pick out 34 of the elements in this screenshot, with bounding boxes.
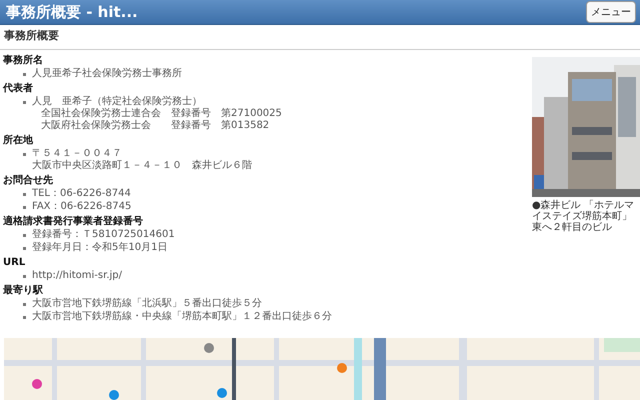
registration-note: 全国社会保険労務士連合会 登録番号 第27100025 [40, 108, 282, 120]
bullet-icon [23, 316, 26, 319]
list-text: FAX：06-6226-8745 [32, 201, 132, 213]
photo-caption: ●森井ビル 「ホテルマイステイズ堺筋本町」東へ２軒目のビル [532, 200, 635, 233]
bullet-icon [23, 101, 26, 104]
section-heading: 代表者 [3, 83, 34, 95]
list-text: 人見 亜希子（特定社会保険労務士） [32, 96, 203, 108]
bullet-icon [23, 193, 26, 196]
bullet-icon [23, 247, 26, 250]
list-text: 〒５４１－００４７ [32, 148, 123, 160]
page-header-title: 事務所概要 - hit... [6, 2, 138, 22]
registration-note: 大阪府社会保険労務士会 登録番号 第013582 [40, 120, 270, 132]
bullet-icon [23, 234, 26, 237]
list-text: 大阪市中央区淡路町１－４－１０ 森井ビル６階 [32, 160, 252, 172]
list-text: 大阪市営地下鉄堺筋線「北浜駅」５番出口徒歩５分 [32, 298, 262, 310]
menu-button[interactable]: メニュー [586, 1, 636, 23]
bullet-icon [23, 275, 26, 278]
section-heading: 事務所名 [3, 55, 44, 67]
section-heading: URL [3, 257, 26, 269]
list-text: 登録年月日：令和5年10月1日 [32, 242, 168, 254]
section-heading: 最寄り駅 [3, 285, 44, 297]
section-heading: 所在地 [3, 135, 34, 147]
section-heading: お問合せ先 [3, 175, 54, 187]
list-text: TEL：06-6226-8744 [32, 188, 131, 200]
bullet-icon [23, 303, 26, 306]
list-text: 人見亜希子社会保険労務士事務所 [32, 68, 182, 80]
bullet-icon [23, 73, 26, 76]
page-title: 事務所概要 [0, 25, 640, 50]
bullet-icon [23, 206, 26, 209]
section-heading: 適格請求書発行事業者登録番号 [3, 216, 144, 228]
list-text: http://hitomi-sr.jp/ [32, 270, 122, 282]
list-text: 登録番号：Ｔ5810725014601 [32, 229, 175, 241]
list-text: 大阪市営地下鉄堺筋線・中央線「堺筋本町駅」１２番出口徒歩６分 [32, 311, 332, 323]
bullet-icon [23, 153, 26, 156]
